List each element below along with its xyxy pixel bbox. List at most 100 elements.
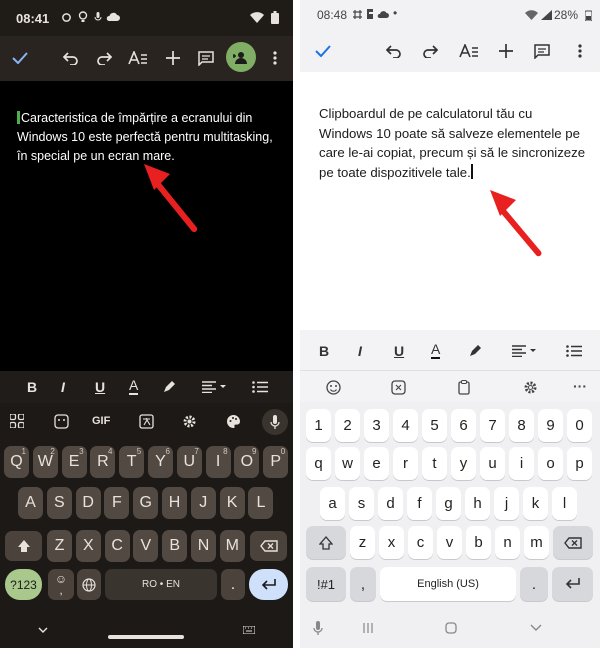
italic-button[interactable]: I — [61, 379, 65, 395]
key-t[interactable]: T5 — [119, 446, 145, 478]
key-h[interactable]: H — [162, 487, 187, 519]
key-r[interactable]: R4 — [90, 446, 116, 478]
gesture-bar[interactable] — [108, 635, 184, 639]
bold-button[interactable]: B — [27, 379, 37, 395]
key-p[interactable]: P0 — [263, 446, 289, 478]
key-o[interactable]: O9 — [234, 446, 260, 478]
key-g[interactable]: g — [436, 487, 461, 520]
key-6[interactable]: 6 — [451, 409, 476, 442]
align-dropdown-icon[interactable] — [201, 379, 229, 395]
italic-button[interactable]: I — [358, 343, 362, 359]
key-y[interactable]: y — [451, 447, 476, 480]
key-o[interactable]: o — [538, 447, 563, 480]
voice-mic-icon[interactable] — [310, 620, 326, 636]
key-u[interactable]: U7 — [176, 446, 202, 478]
more-vert-icon[interactable] — [570, 41, 590, 61]
key-f[interactable]: F — [104, 487, 130, 519]
home-nav-icon[interactable] — [443, 620, 459, 636]
language-globe-key[interactable] — [77, 569, 101, 600]
key-a[interactable]: A — [18, 487, 43, 519]
list-icon[interactable] — [565, 343, 583, 359]
key-7[interactable]: 7 — [480, 409, 505, 442]
insert-plus-icon[interactable] — [163, 48, 183, 68]
settings-gear-icon[interactable] — [521, 378, 539, 396]
enter-key[interactable] — [552, 567, 593, 601]
key-d[interactable]: d — [378, 487, 403, 520]
key-x[interactable]: x — [379, 526, 404, 559]
more-vert-icon[interactable] — [265, 48, 285, 68]
key-b[interactable]: b — [466, 526, 491, 559]
check-icon[interactable] — [313, 41, 333, 61]
back-nav-icon[interactable] — [528, 620, 544, 636]
backspace-key[interactable] — [250, 531, 287, 561]
undo-icon[interactable] — [384, 41, 404, 61]
add-person-icon[interactable] — [226, 42, 256, 72]
sticker-icon[interactable] — [389, 378, 407, 396]
underline-button[interactable]: U — [95, 379, 105, 395]
apps-grid-icon[interactable] — [6, 410, 28, 432]
text-format-icon[interactable] — [127, 48, 149, 68]
keyboard-switch-icon[interactable] — [242, 623, 256, 637]
comma-key[interactable]: ☺, — [48, 569, 74, 600]
settings-gear-icon[interactable] — [178, 410, 200, 432]
key-1[interactable]: 1 — [306, 409, 331, 442]
key-4[interactable]: 4 — [393, 409, 418, 442]
key-s[interactable]: S — [46, 487, 72, 519]
comment-icon[interactable] — [532, 41, 552, 61]
key-s[interactable]: s — [349, 487, 374, 520]
key-m[interactable]: m — [524, 526, 549, 559]
key-l[interactable]: L — [248, 487, 274, 519]
key-h[interactable]: h — [465, 487, 490, 520]
key-8[interactable]: 8 — [509, 409, 534, 442]
text-color-button[interactable]: A — [129, 377, 139, 395]
palette-icon[interactable] — [222, 410, 244, 432]
key-e[interactable]: e — [364, 447, 389, 480]
shift-key[interactable] — [5, 531, 42, 561]
document-text-wrap[interactable]: Clipboardul de pe calculatorul tău cu Wi… — [319, 104, 587, 182]
key-n[interactable]: n — [495, 526, 520, 559]
check-icon[interactable] — [10, 48, 30, 68]
key-j[interactable]: J — [190, 487, 216, 519]
key-w[interactable]: w — [335, 447, 360, 480]
key-l[interactable]: l — [552, 487, 577, 520]
key-e[interactable]: E3 — [61, 446, 87, 478]
key-u[interactable]: u — [480, 447, 505, 480]
key-3[interactable]: 3 — [364, 409, 389, 442]
key-v[interactable]: v — [437, 526, 462, 559]
voice-mic-icon[interactable] — [262, 409, 288, 435]
backspace-key[interactable] — [553, 526, 593, 559]
hide-keyboard-icon[interactable] — [36, 623, 50, 637]
key-b[interactable]: B — [162, 530, 188, 562]
list-icon[interactable] — [251, 379, 269, 395]
key-x[interactable]: X — [75, 530, 101, 562]
period-key[interactable]: . — [221, 569, 245, 600]
key-0[interactable]: 0 — [567, 409, 592, 442]
highlighter-icon[interactable] — [160, 378, 178, 396]
redo-icon[interactable] — [420, 41, 440, 61]
key-c[interactable]: C — [104, 530, 130, 562]
sticker-icon[interactable] — [50, 410, 72, 432]
insert-plus-icon[interactable] — [496, 41, 516, 61]
gif-button[interactable]: GIF — [92, 415, 110, 427]
key-n[interactable]: N — [191, 530, 216, 562]
bold-button[interactable]: B — [319, 343, 329, 359]
key-y[interactable]: Y6 — [148, 446, 173, 478]
emoji-icon[interactable] — [324, 378, 342, 396]
key-9[interactable]: 9 — [538, 409, 563, 442]
enter-key[interactable] — [249, 569, 288, 600]
more-options-button[interactable]: ··· — [573, 378, 587, 394]
key-v[interactable]: V — [133, 530, 159, 562]
key-t[interactable]: t — [422, 447, 447, 480]
redo-icon[interactable] — [94, 48, 114, 68]
text-format-icon[interactable] — [458, 41, 480, 61]
undo-icon[interactable] — [61, 48, 81, 68]
text-color-button[interactable]: A — [431, 341, 441, 359]
key-z[interactable]: Z — [47, 530, 72, 562]
key-q[interactable]: Q1 — [4, 446, 29, 478]
comment-icon[interactable] — [196, 48, 216, 68]
key-p[interactable]: p — [567, 447, 592, 480]
key-m[interactable]: M — [219, 530, 245, 562]
translate-icon[interactable] — [135, 410, 157, 432]
key-w[interactable]: W2 — [32, 446, 58, 478]
key-f[interactable]: f — [407, 487, 432, 520]
